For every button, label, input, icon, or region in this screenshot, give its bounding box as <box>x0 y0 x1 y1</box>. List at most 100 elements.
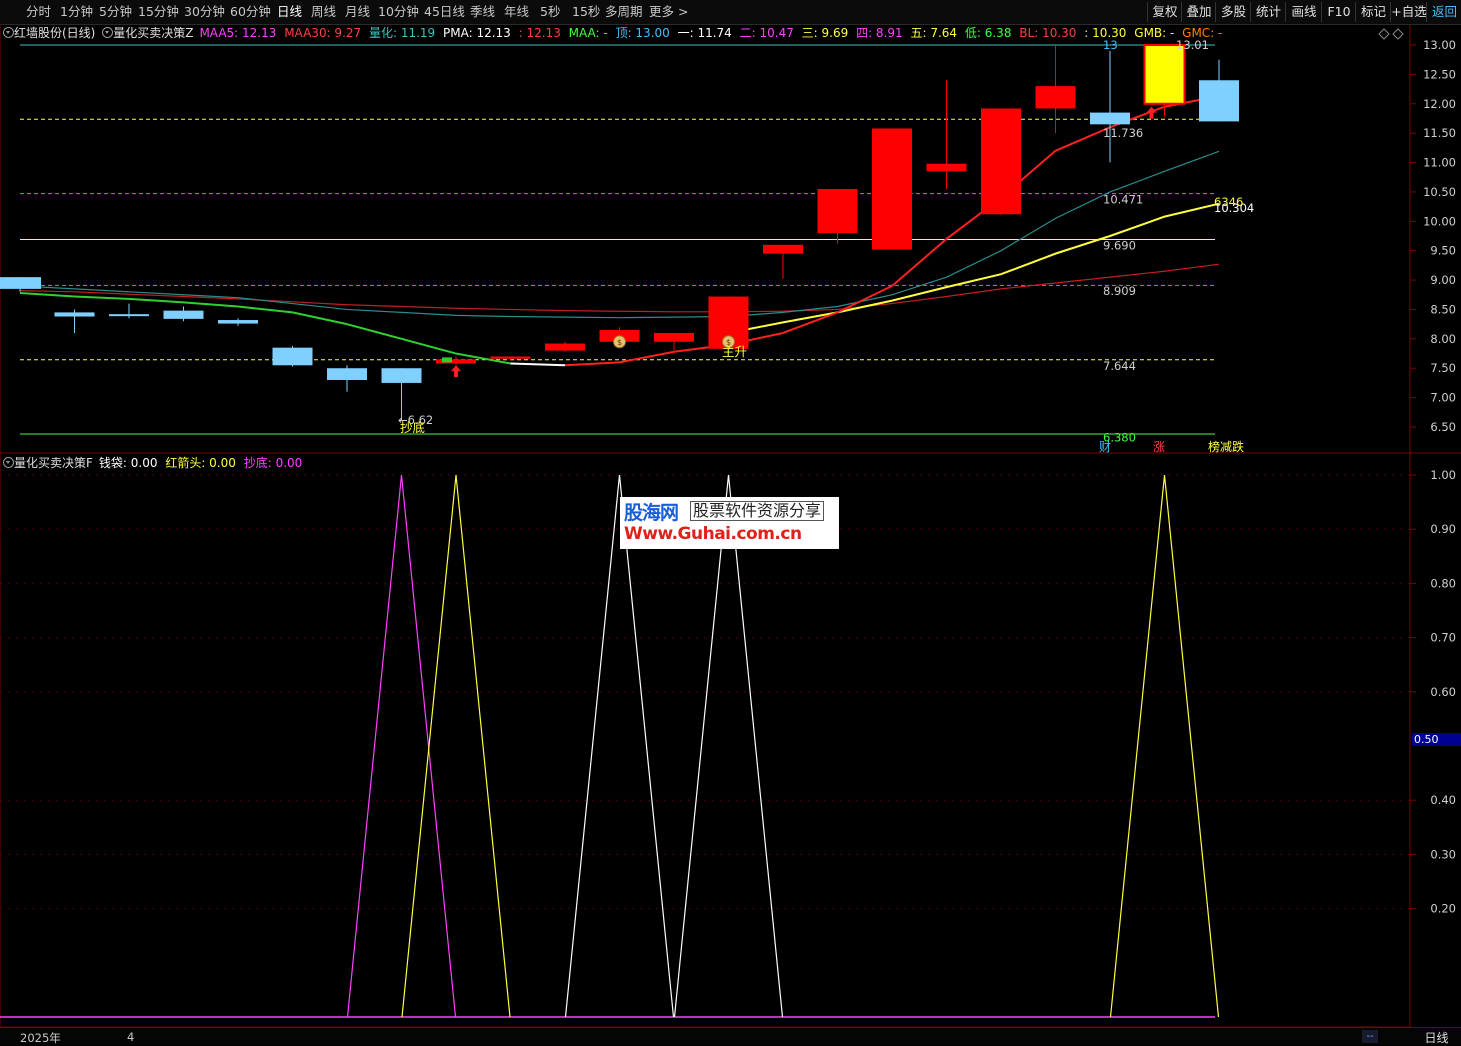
main-indicator-value-11: 五: 7.64 <box>910 26 961 40</box>
sub-indicator-values: 钱袋: 0.00 红箭头: 0.00 抄底: 0.00 <box>99 456 306 470</box>
candle-body-5 <box>272 347 313 366</box>
ma-main-segment-7 <box>401 337 457 355</box>
main-indicator-name[interactable]: 量化买卖决策Z <box>113 26 193 40</box>
period-tab-10[interactable]: 45日线 <box>424 3 465 21</box>
sub-tick-label-3: 0.70 <box>1430 631 1456 645</box>
price-tick-label-3: 11.50 <box>1423 126 1456 140</box>
toolbar-button-2[interactable]: 多股 <box>1215 2 1251 22</box>
main-indicator-value-8: 二: 10.47 <box>739 26 798 40</box>
main-indicator-value-1: MAA30: 9.27 <box>284 26 365 40</box>
sub-tick-label-1: 0.90 <box>1430 522 1456 536</box>
main-indicator-value-3: PMA: 12.13 <box>443 26 515 40</box>
period-tab-3[interactable]: 15分钟 <box>138 3 179 21</box>
sub-indicator-bar: 量化买卖决策F 钱袋: 0.00 红箭头: 0.00 抄底: 0.00 <box>0 454 1410 472</box>
ma-main-segment-15 <box>837 285 893 314</box>
period-tab-6[interactable]: 日线 <box>277 3 302 21</box>
period-toolbar: 分时 1分钟 5分钟 15分钟 30分钟 60分钟 日线 周线 月线 10分钟 45日线 季线 年线 5秒… <box>0 0 1461 25</box>
time-axis-month: 4 <box>127 1030 135 1044</box>
period-tab-7[interactable]: 周线 <box>311 3 336 21</box>
level-label-7: 8.909 <box>1103 284 1136 298</box>
period-tab-15[interactable]: 多周期 <box>605 3 643 21</box>
main-indicator-value-12: 低: 6.38 <box>964 26 1016 40</box>
sub-indicator-value-1: 红箭头: 0.00 <box>165 456 240 470</box>
period-tab-14[interactable]: 15秒 <box>572 3 600 21</box>
period-indicator[interactable]: 日线 <box>1412 1029 1461 1046</box>
toolbar-button-0[interactable]: 复权 <box>1147 2 1182 22</box>
toolbar-button-7[interactable]: +自选 <box>1390 2 1427 22</box>
price-tick-label-12: 7.00 <box>1430 391 1456 405</box>
toolbar-button-6[interactable]: 标记 <box>1355 2 1391 22</box>
sub-tick-label-4: 0.60 <box>1430 685 1456 699</box>
main-indicator-value-0: MAA5: 12.13 <box>199 26 281 40</box>
sub-indicator-name[interactable]: 量化买卖决策F <box>14 456 93 470</box>
toolbar-button-4[interactable]: 画线 <box>1285 2 1322 22</box>
price-tick-label-13: 6.50 <box>1430 420 1456 434</box>
period-tab-16[interactable]: 更多 > <box>649 3 688 21</box>
watermark-tagline: 股票软件资源分享 <box>690 501 825 521</box>
collapse-icon[interactable] <box>3 27 14 38</box>
time-axis-bar: 2025年 4 -- 日线 <box>0 1027 1461 1045</box>
toolbar-button-8[interactable]: 返回 <box>1426 2 1461 22</box>
ma-main-segment-1 <box>74 295 130 300</box>
ma-red-line <box>19 263 1220 313</box>
sub-indicator-menu-icon[interactable] <box>3 457 14 468</box>
level-label-6: 9.690 <box>1103 238 1136 252</box>
level-label-8: 7.644 <box>1103 359 1136 373</box>
period-tab-1[interactable]: 1分钟 <box>60 3 93 21</box>
bottom-tag-0: 财 <box>1099 440 1111 454</box>
period-tab-13[interactable]: 5秒 <box>540 3 560 21</box>
price-tick-label-7: 9.50 <box>1430 244 1456 258</box>
main-indicator-value-6: 顶: 13.00 <box>615 26 674 40</box>
candle-body-10 <box>545 343 585 351</box>
candle-body-14 <box>763 244 803 254</box>
bottom-tag-2: 榜减跌 <box>1208 439 1244 454</box>
ma-main-segment-9 <box>510 362 566 367</box>
watermark-logo: 股海网 股票软件资源分享 Www.Guhai.com.cn <box>620 497 839 549</box>
candle-body-22 <box>1199 80 1239 122</box>
period-tab-11[interactable]: 季线 <box>470 3 495 21</box>
period-tab-0[interactable]: 分时 <box>26 3 51 21</box>
main-indicator-value-16: GMC: - <box>1182 26 1223 40</box>
price-tick-label-6: 10.00 <box>1423 214 1456 228</box>
toolbar-button-5[interactable]: F10 <box>1321 2 1356 22</box>
candle-body-6 <box>327 368 367 380</box>
period-tab-8[interactable]: 月线 <box>345 3 370 21</box>
ma-main-segment-5 <box>292 311 348 326</box>
stock-title[interactable]: 红墙股份(日线) <box>14 26 95 40</box>
period-tab-5[interactable]: 60分钟 <box>230 3 271 21</box>
ma-main-segment-11 <box>619 350 675 364</box>
indicator-menu-icon[interactable] <box>102 27 114 38</box>
candle-body-16 <box>872 128 912 250</box>
candle-body-18 <box>981 108 1021 215</box>
toolbar-button-3[interactable]: 统计 <box>1250 2 1286 22</box>
candle-body-4 <box>218 320 258 324</box>
main-indicator-value-9: 三: 9.69 <box>801 26 853 40</box>
candle-body-0 <box>0 277 41 289</box>
scroll-indicator[interactable]: -- <box>1362 1030 1378 1043</box>
candle-body-21 <box>1143 44 1186 105</box>
candle-body-20 <box>1090 112 1130 125</box>
red-arrow-icon-1 <box>1146 106 1157 119</box>
chaodi-label: 抄底 <box>400 420 425 435</box>
main-indicator-value-7: 一: 11.74 <box>677 26 736 40</box>
period-tab-4[interactable]: 30分钟 <box>184 3 225 21</box>
toolbar-button-1[interactable]: 叠加 <box>1181 2 1216 22</box>
candle-body-2 <box>109 314 149 317</box>
ma-main-segment-10 <box>564 361 620 367</box>
period-tab-9[interactable]: 10分钟 <box>378 3 419 21</box>
price-tick-label-2: 12.00 <box>1423 97 1456 111</box>
main-indicator-value-2: 量化: 11.19 <box>368 26 439 40</box>
candle-body-12 <box>654 332 694 342</box>
price-tick-label-1: 12.50 <box>1423 67 1456 81</box>
red-arrow-icon-0 <box>451 365 461 378</box>
main-indicator-bar: 红墙股份(日线) 量化买卖决策Z MAA5: 12.13 MAA30: 9.27 … <box>0 24 1410 42</box>
ma-yellow-line <box>728 202 1220 334</box>
level-label-2: 11.736 <box>1103 126 1143 140</box>
candle-marker-green <box>442 357 452 363</box>
sub-tick-label-2: 0.80 <box>1430 576 1456 590</box>
period-tab-12[interactable]: 年线 <box>504 3 529 21</box>
zhusheng-label: 主升 <box>722 344 747 359</box>
main-indicator-value-13: BL: 10.30 <box>1019 26 1081 40</box>
period-tab-2[interactable]: 5分钟 <box>99 3 132 21</box>
price-tick-label-5: 10.50 <box>1423 185 1456 199</box>
